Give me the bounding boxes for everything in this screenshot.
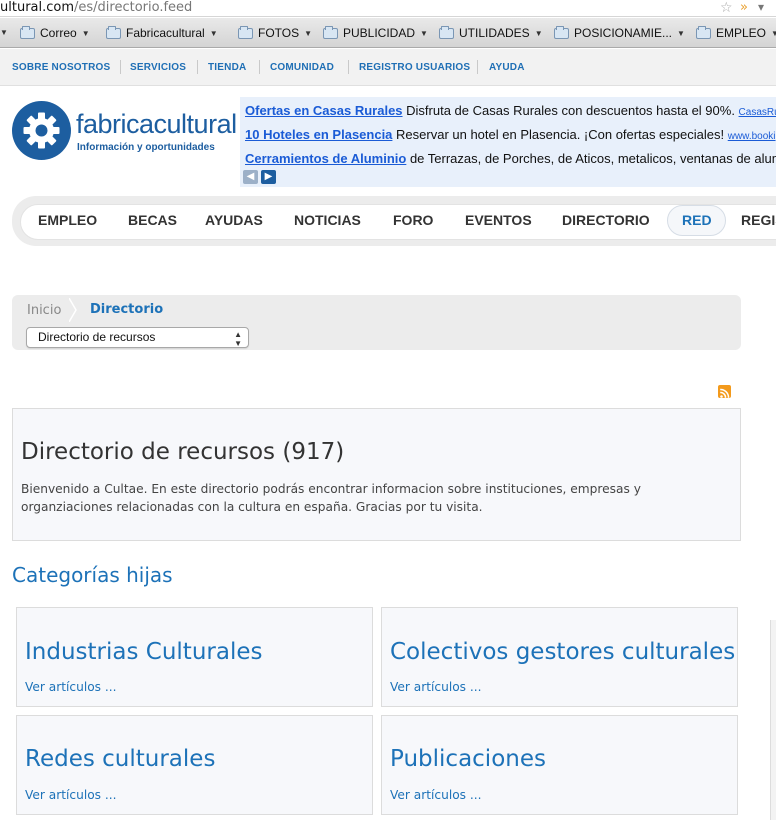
rss-feed-icon[interactable]: [718, 385, 731, 398]
folder-icon: [238, 25, 253, 39]
ad-title-link[interactable]: Cerramientos de Aluminio: [245, 151, 406, 166]
category-title-link[interactable]: Publicaciones: [390, 746, 546, 772]
bookmark-label: EMPLEO: [716, 26, 767, 40]
bookmark-label: Correo: [40, 26, 77, 40]
bookmark-folder-empleo[interactable]: EMPLEO ▼: [696, 25, 776, 40]
topnav-tienda[interactable]: TIENDA: [208, 62, 246, 73]
divider: [197, 60, 198, 74]
url-path: /es/directorio.feed: [74, 0, 193, 15]
category-title-link[interactable]: Colectivos gestores culturales: [390, 639, 735, 665]
directory-select[interactable]: Directorio de recursos ▲ ▼: [26, 327, 249, 348]
view-articles-link[interactable]: Ver artículos ...: [25, 680, 117, 694]
bookmark-label: POSICIONAMIE...: [574, 26, 673, 40]
ad-title-link[interactable]: 10 Hoteles en Plasencia: [245, 127, 392, 142]
bookmark-folder-fotos[interactable]: FOTOS ▼: [238, 25, 313, 40]
subcategories-heading: Categorías hijas: [12, 563, 173, 587]
logo-text[interactable]: fabricacultural: [76, 109, 237, 140]
ad-text: Reservar un hotel en Plasencia. ¡Con ofe…: [392, 127, 728, 142]
ad-banner: Ofertas en Casas Rurales Disfruta de Cas…: [240, 97, 776, 187]
chevron-down-icon: ▼: [304, 28, 313, 38]
folder-icon: [439, 25, 454, 39]
nav-eventos[interactable]: EVENTOS: [465, 212, 532, 228]
nav-ayudas[interactable]: AYUDAS: [205, 212, 263, 228]
view-articles-link[interactable]: Ver artículos ...: [390, 680, 482, 694]
nav-directorio[interactable]: DIRECTORIO: [562, 212, 650, 228]
chevron-down-icon[interactable]: ▾: [758, 0, 764, 15]
breadcrumb-current: Directorio: [90, 302, 164, 317]
bookmark-folder-publicidad[interactable]: PUBLICIDAD ▼: [323, 25, 428, 40]
ad-item: Cerramientos de Aluminio de Terrazas, de…: [245, 151, 776, 166]
nav-foro[interactable]: FORO: [393, 212, 433, 228]
ad-url-link[interactable]: www.booki: [728, 131, 776, 142]
chevron-down-icon: ▼: [209, 28, 218, 38]
topnav-sobre-nosotros[interactable]: SOBRE NOSOTROS: [12, 62, 110, 73]
topnav-servicios[interactable]: SERVICIOS: [130, 62, 186, 73]
directory-header-box: [12, 408, 741, 541]
breadcrumb-home[interactable]: Inicio: [27, 303, 61, 318]
ad-item: 10 Hoteles en Plasencia Reservar un hote…: [245, 127, 776, 142]
divider: [348, 60, 349, 74]
ad-text: Disfruta de Casas Rurales con descuentos…: [402, 103, 739, 118]
bookmark-star-icon[interactable]: ☆: [720, 0, 733, 16]
folder-icon: [554, 25, 569, 39]
view-articles-link[interactable]: Ver artículos ...: [390, 788, 482, 802]
ad-text: de Terrazas, de Porches, de Aticos, meta…: [406, 151, 776, 166]
nav-registro[interactable]: REGIS: [741, 212, 776, 228]
url-host: ultural.com: [0, 0, 75, 15]
nav-red[interactable]: RED: [682, 212, 712, 228]
divider: [120, 60, 121, 74]
select-value: Directorio de recursos: [38, 330, 156, 344]
ad-item: Ofertas en Casas Rurales Disfruta de Cas…: [245, 103, 776, 118]
folder-icon: [106, 25, 121, 39]
nav-becas[interactable]: BECAS: [128, 212, 177, 228]
folder-icon: [323, 25, 338, 39]
folder-icon: [20, 25, 35, 39]
ad-url-link[interactable]: CasasRu: [739, 107, 776, 118]
category-title-link[interactable]: Industrias Culturales: [25, 639, 262, 665]
chevron-down-icon: ▼: [420, 28, 428, 38]
sidebar-edge: [770, 620, 776, 820]
breadcrumb-separator-icon: [69, 298, 77, 322]
bookmark-folder-fabricacultural[interactable]: Fabricacultural ▼: [106, 25, 218, 40]
ad-prev-icon[interactable]: ◀: [243, 170, 258, 184]
chevron-down-icon: ▼: [677, 28, 685, 38]
ad-next-icon[interactable]: ▶: [261, 170, 276, 184]
page-title: Directorio de recursos (917): [21, 439, 345, 465]
logo-tagline: Información y oportunidades: [77, 142, 215, 153]
divider: [259, 60, 260, 74]
nav-noticias[interactable]: NOTICIAS: [294, 212, 361, 228]
bookmark-folder-correo[interactable]: Correo ▼: [20, 25, 90, 40]
bookmarks-toolbar: ▼ Correo ▼ Fabricacultural ▼ FOTOS ▼ PUB…: [0, 18, 776, 48]
folder-icon: [696, 25, 711, 39]
bookmark-folder-utilidades[interactable]: UTILIDADES ▼: [439, 25, 543, 40]
chevron-down-icon: ▼: [534, 28, 543, 38]
chevron-down-icon: ▼: [771, 29, 776, 38]
view-articles-link[interactable]: Ver artículos ...: [25, 788, 117, 802]
divider: [477, 60, 478, 74]
topnav-ayuda[interactable]: AYUDA: [489, 62, 525, 73]
directory-description: Bienvenido a Cultae. En este directorio …: [21, 482, 641, 514]
select-arrows-icon: ▲ ▼: [234, 330, 242, 348]
nav-empleo[interactable]: EMPLEO: [38, 212, 97, 228]
topnav-comunidad[interactable]: COMUNIDAD: [270, 62, 334, 73]
address-bar[interactable]: ultural.com/es/directorio.feed ☆ » ▾: [0, 0, 776, 17]
bookmark-label: Fabricacultural: [126, 26, 205, 40]
chevron-down-icon[interactable]: ▼: [0, 28, 8, 37]
gear-logo-icon[interactable]: [12, 101, 71, 160]
bookmark-label: UTILIDADES: [459, 26, 530, 40]
bookmark-label: PUBLICIDAD: [343, 26, 416, 40]
feed-icon[interactable]: »: [740, 0, 748, 16]
top-navigation: SOBRE NOSOTROS SERVICIOS TIENDA COMUNIDA…: [0, 49, 776, 86]
chevron-down-icon: ▼: [81, 28, 90, 38]
bookmark-folder-posicionamiento[interactable]: POSICIONAMIE... ▼: [554, 25, 685, 40]
category-title-link[interactable]: Redes culturales: [25, 746, 215, 772]
bookmark-label: FOTOS: [258, 26, 300, 40]
topnav-registro-usuarios[interactable]: REGISTRO USUARIOS: [359, 62, 470, 73]
ad-title-link[interactable]: Ofertas en Casas Rurales: [245, 103, 403, 118]
